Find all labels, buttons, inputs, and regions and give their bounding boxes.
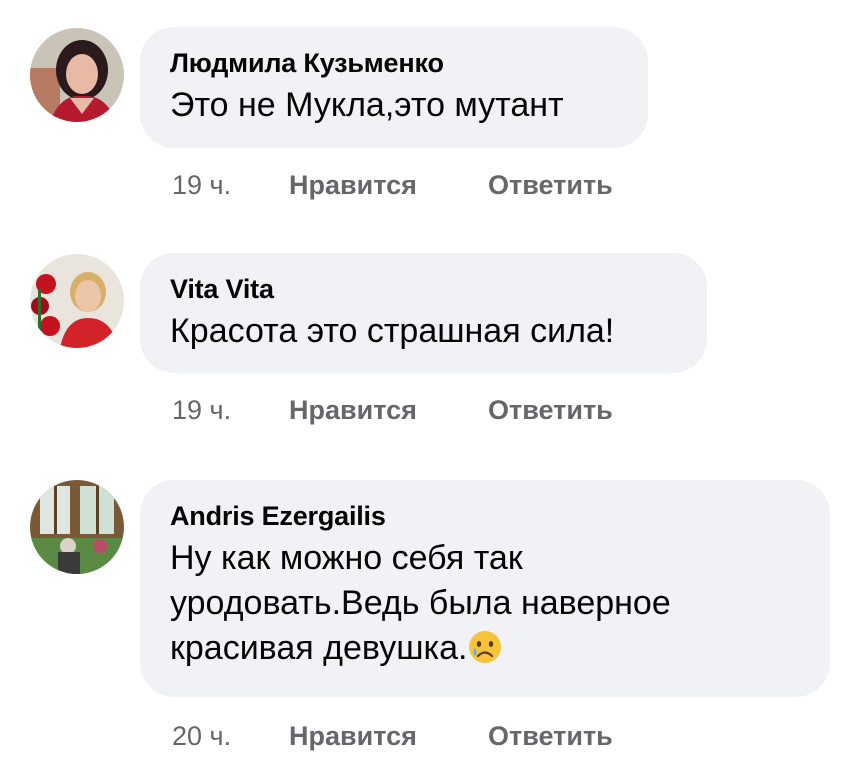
avatar[interactable] <box>30 28 124 122</box>
like-button[interactable]: Нравится <box>289 390 417 430</box>
comment-text: Красота это страшная сила! <box>170 312 615 350</box>
comment-timestamp[interactable]: 20 ч. <box>172 716 231 756</box>
comment-bubble: Vita Vita Красота это страшная сила! <box>140 253 707 373</box>
comment-timestamp[interactable]: 19 ч. <box>172 165 231 205</box>
like-button[interactable]: Нравится <box>289 716 417 756</box>
avatar[interactable] <box>30 254 124 348</box>
avatar[interactable] <box>30 480 124 574</box>
comment-text: Ну как можно себя так уродовать.Ведь был… <box>170 536 800 671</box>
comment-text-line: красивая девушка. <box>170 626 800 671</box>
reply-button[interactable]: Ответить <box>488 390 613 430</box>
like-button[interactable]: Нравится <box>289 165 417 205</box>
comment-text-fragment: красивая девушка. <box>170 629 468 667</box>
crying-face-icon <box>467 629 503 665</box>
comment-bubble: Andris Ezergailis Ну как можно себя так … <box>140 480 830 697</box>
comment-text-line: уродовать.Ведь была наверное <box>170 584 671 622</box>
reply-button[interactable]: Ответить <box>488 716 613 756</box>
comment-author[interactable]: Людмила Кузьменко <box>170 45 618 81</box>
comment-author[interactable]: Vita Vita <box>170 271 677 307</box>
comment-text: Это не Мукла,это мутант <box>170 86 564 124</box>
reply-button[interactable]: Ответить <box>488 165 613 205</box>
comment-author[interactable]: Andris Ezergailis <box>170 498 800 534</box>
comment-text-line: Ну как можно себя так <box>170 539 523 577</box>
comment-timestamp[interactable]: 19 ч. <box>172 390 231 430</box>
comment-bubble: Людмила Кузьменко Это не Мукла,это мутан… <box>140 27 648 148</box>
